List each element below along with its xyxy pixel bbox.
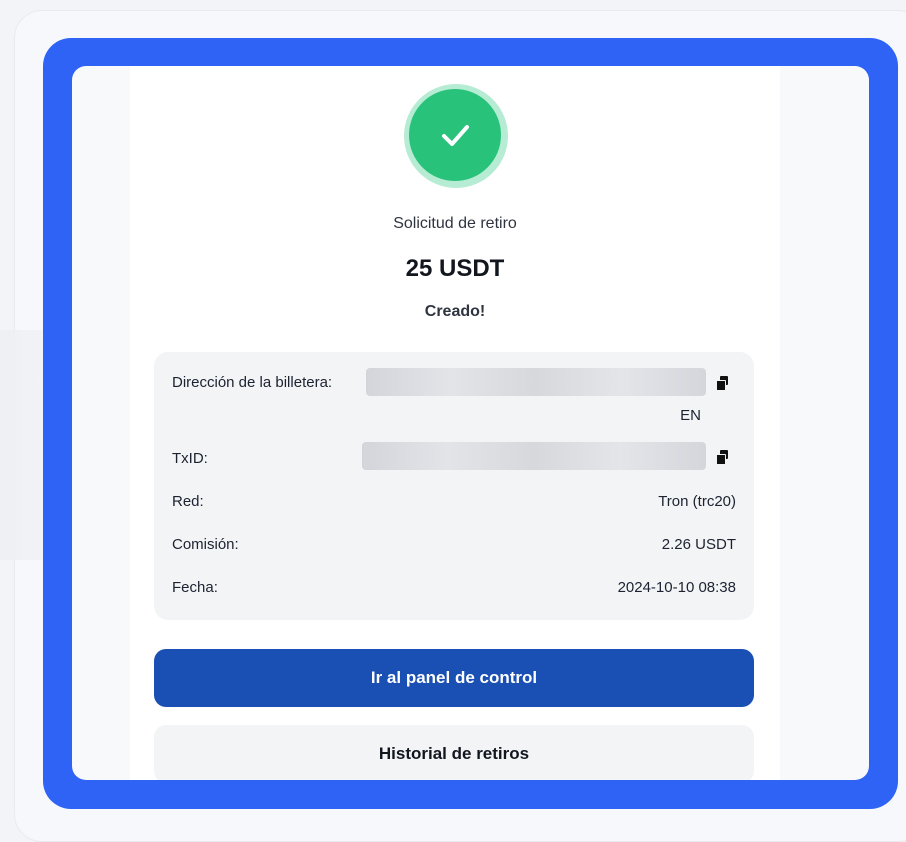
- request-status: Creado!: [424, 303, 486, 320]
- success-badge: [404, 84, 508, 188]
- network-value: Tron (trc20): [658, 493, 736, 510]
- date-label: Fecha:: [172, 579, 218, 596]
- withdrawal-result-card: Solicitud de retiro 25 USDT Creado! Dire…: [130, 66, 780, 780]
- go-to-dashboard-button[interactable]: Ir al panel de control: [154, 649, 754, 707]
- withdrawal-history-button[interactable]: Historial de retiros: [154, 725, 754, 780]
- details-box: Dirección de la billetera: EN TxID: Red:…: [154, 352, 754, 620]
- wallet-label: Dirección de la billetera:: [172, 374, 333, 391]
- check-icon: [442, 125, 469, 146]
- fee-row: Comisión: 2.26 USDT: [172, 536, 736, 556]
- txid-redacted: [362, 442, 706, 470]
- wallet-network-row: EN: [172, 407, 736, 427]
- txid-label: TxID:: [172, 450, 208, 467]
- fee-label: Comisión:: [172, 536, 239, 553]
- network-row: Red: Tron (trc20): [172, 493, 736, 513]
- network-label: Red:: [172, 493, 204, 510]
- wallet-address-redacted: [366, 368, 706, 396]
- wallet-network-tag: EN: [680, 407, 701, 424]
- withdrawal-panel: Solicitud de retiro 25 USDT Creado! Dire…: [72, 66, 869, 780]
- fee-value: 2.26 USDT: [661, 536, 736, 553]
- copy-icon[interactable]: [716, 376, 730, 391]
- request-title: Solicitud de retiro: [393, 215, 517, 232]
- date-value: 2024-10-10 08:38: [617, 579, 736, 596]
- date-row: Fecha: 2024-10-10 08:38: [172, 579, 736, 599]
- success-circle: [409, 89, 501, 181]
- copy-icon[interactable]: [716, 450, 730, 465]
- request-amount: 25 USDT: [405, 255, 505, 282]
